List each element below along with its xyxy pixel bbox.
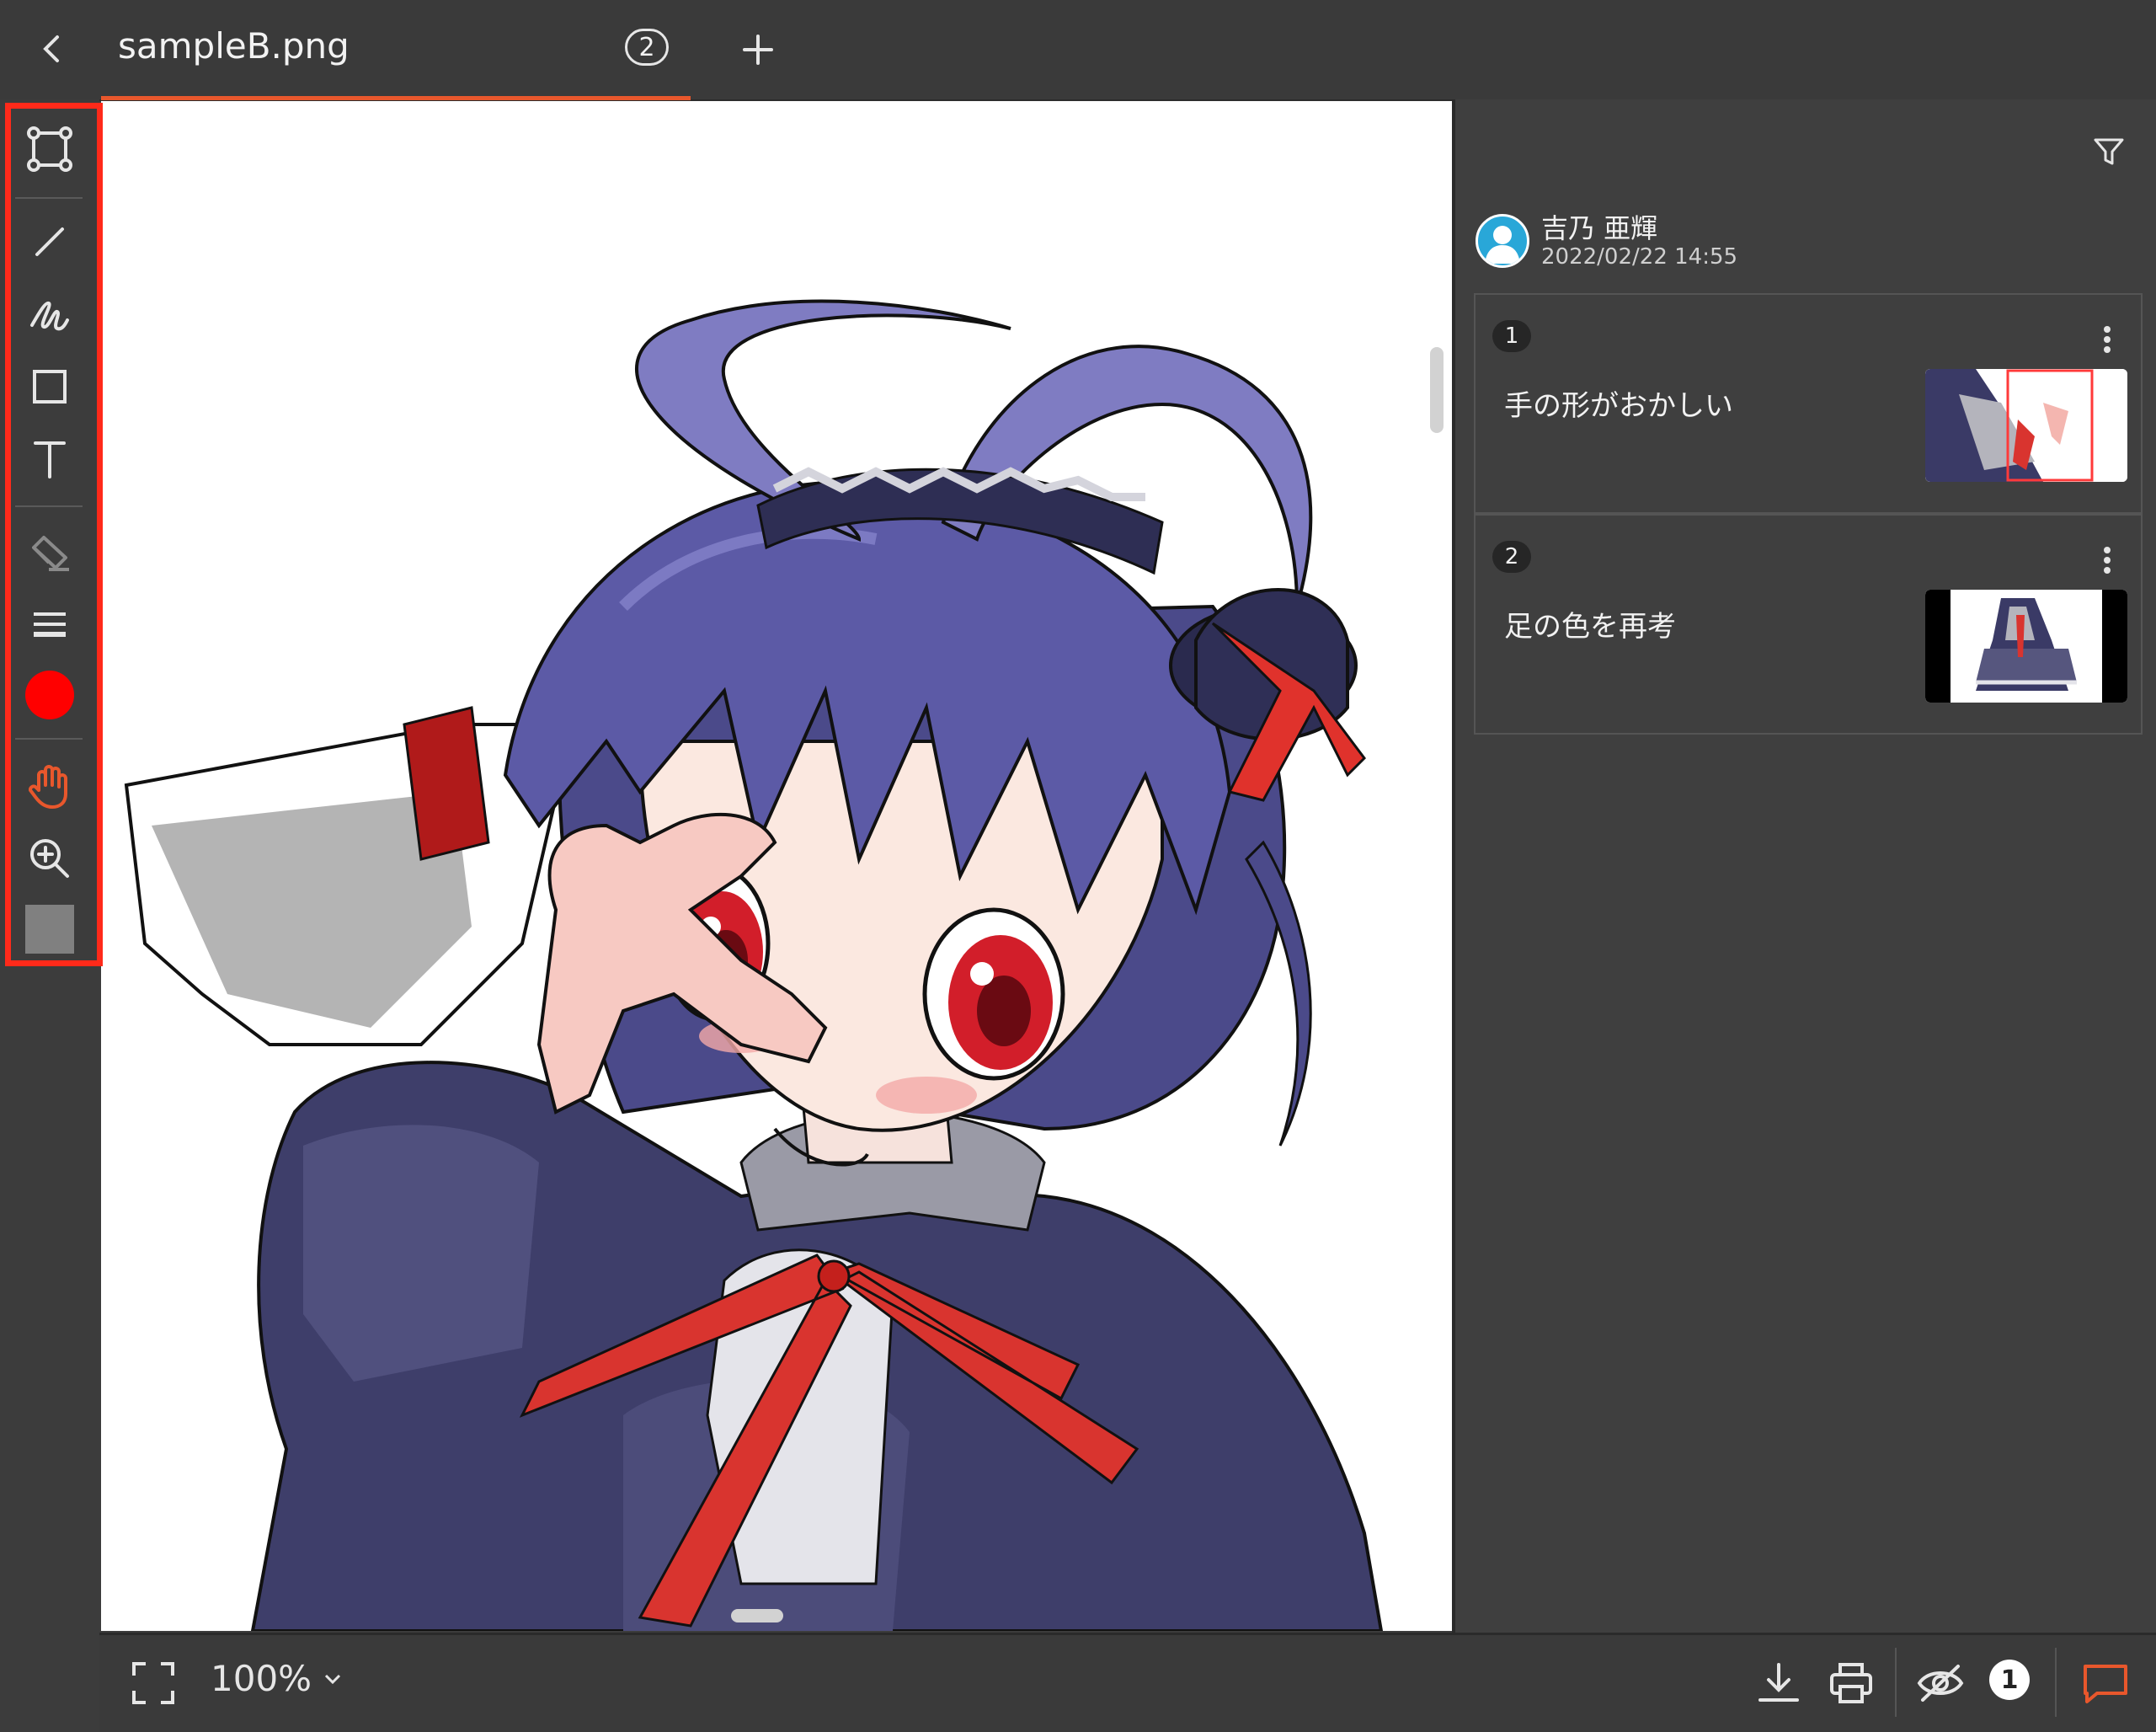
toggle-annotations-button[interactable] [1913,1656,1967,1710]
horizontal-scrollbar[interactable] [731,1609,783,1622]
image-canvas[interactable] [101,101,1452,1631]
tab-bar: sampleB.png 2 [0,0,2156,101]
select-transform-icon [27,126,72,172]
comment-number: 1 [1492,320,1531,352]
user-icon [1485,226,1520,264]
tab-title: sampleB.png [118,25,350,67]
fit-screen-button[interactable] [126,1656,180,1710]
eraser-tool-button[interactable] [22,524,77,580]
more-vertical-icon [2104,547,2111,574]
avatar [1476,214,1529,268]
select-tool-button[interactable] [22,121,77,177]
comment-card[interactable]: 1 手の形がおかしい [1474,293,2143,514]
annotation-count-badge: 1 [1989,1660,2030,1700]
thumbnail-image [1925,369,2127,482]
tab-count-badge: 2 [625,29,669,66]
back-button[interactable] [25,19,77,79]
download-icon [1758,1663,1799,1702]
print-button[interactable] [1824,1656,1878,1710]
text-tool-button[interactable] [22,431,77,487]
vertical-scrollbar[interactable] [1430,347,1444,433]
filter-button[interactable] [2085,128,2132,175]
comment-thumbnail [1925,369,2127,482]
tool-divider [15,738,83,740]
character-illustration [124,299,1384,1631]
filter-icon [2094,138,2124,165]
line-width-button[interactable] [22,596,77,652]
line-tool-button[interactable] [22,214,77,270]
comment-number: 2 [1492,541,1531,573]
zoom-in-icon [30,839,69,878]
comment-text: 足の色を再考 [1504,610,1676,644]
rectangle-icon [33,370,67,404]
rectangle-tool-button[interactable] [22,359,77,414]
tab-file[interactable]: sampleB.png 2 [101,0,691,100]
download-button[interactable] [1752,1656,1806,1710]
comment-icon [2084,1665,2127,1703]
comments-toggle-button[interactable] [2079,1656,2132,1710]
tool-divider [15,505,83,507]
thumbnail-image [1925,590,2127,703]
pen-color-swatch [25,671,74,719]
more-vertical-icon [2104,326,2111,353]
comment-menu-button[interactable] [2090,320,2124,359]
pan-tool-button[interactable] [22,758,77,814]
tool-divider [15,197,83,199]
fill-color-swatch [25,905,74,954]
eraser-icon [32,536,69,571]
zoom-level: 100% [211,1658,312,1699]
freehand-icon [30,301,69,331]
comment-author: 吉乃 亜輝 [1541,212,1658,244]
add-tab-button[interactable] [731,20,785,79]
fullscreen-icon [132,1662,174,1704]
eye-off-icon [1917,1665,1964,1702]
hand-icon [29,765,67,809]
toolbar-divider [1895,1648,1897,1717]
chevron-left-icon [43,35,59,62]
toolbar-divider [2055,1648,2057,1717]
comment-menu-button[interactable] [2090,541,2124,580]
zoom-select[interactable]: 100% [211,1658,342,1699]
plus-icon [743,35,773,65]
chevron-down-icon [325,1674,341,1684]
comment-text: 手の形がおかしい [1504,389,1733,423]
line-icon [35,227,64,256]
line-width-icon [34,612,66,637]
zoom-tool-button[interactable] [22,831,77,886]
printer-icon [1830,1663,1872,1703]
comment-thumbnail [1925,590,2127,703]
comment-card[interactable]: 2 足の色を再考 [1474,514,2143,735]
fill-color-button[interactable] [22,901,77,957]
text-icon [34,441,66,478]
freehand-tool-button[interactable] [22,286,77,342]
pen-color-button[interactable] [22,667,77,723]
comment-timestamp: 2022/02/22 14:55 [1541,244,1738,270]
